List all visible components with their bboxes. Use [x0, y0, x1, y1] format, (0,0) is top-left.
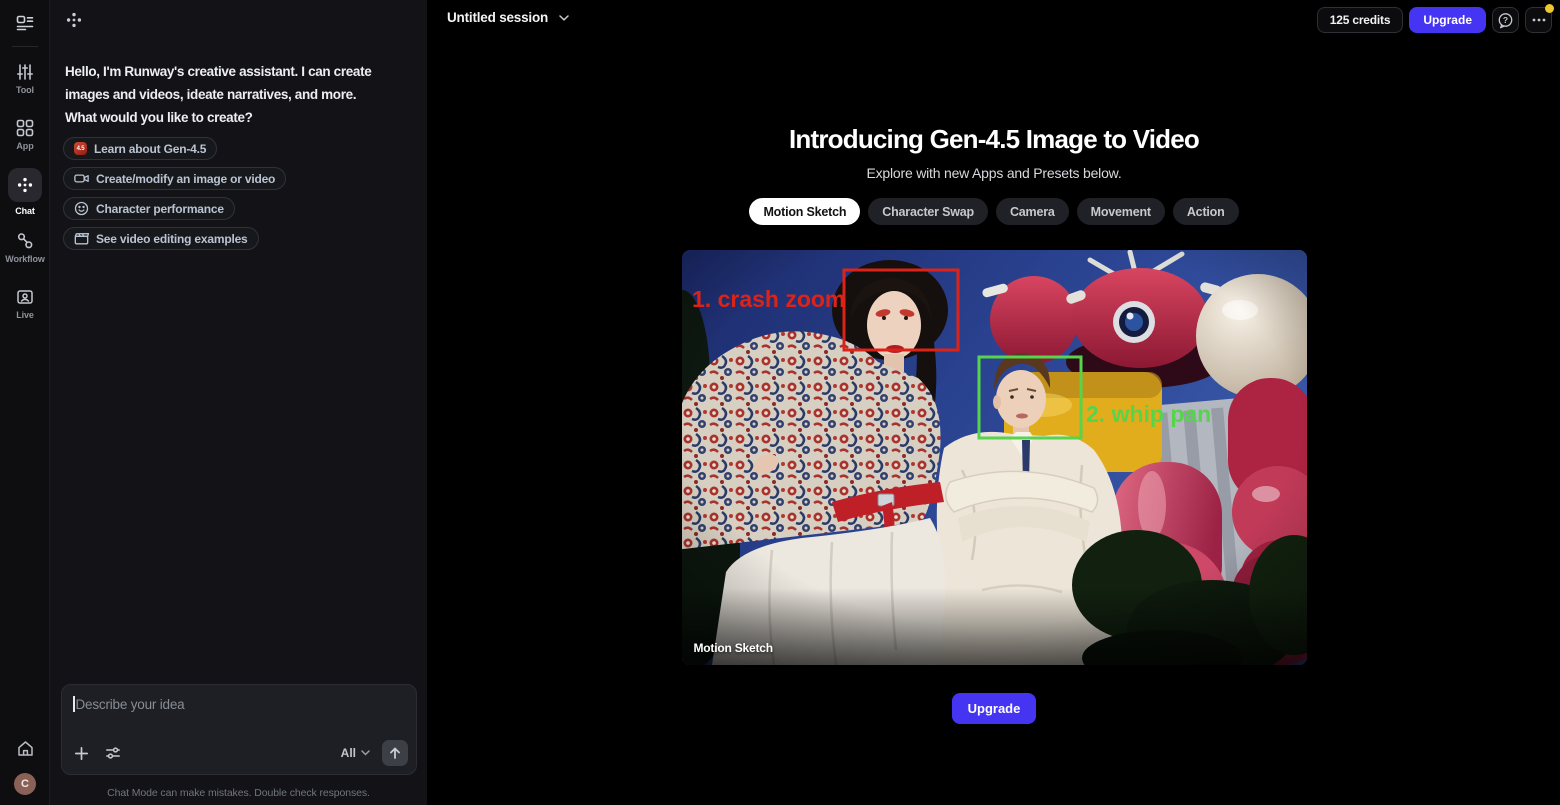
live-person-icon [16, 288, 34, 306]
annotation-label-crash-zoom: 1. crash zoom [692, 286, 845, 312]
suggestion-label: See video editing examples [96, 232, 248, 246]
prompt-placeholder: Describe your idea [76, 697, 185, 712]
workflow-nodes-icon [16, 232, 34, 250]
sidebar-item-tool[interactable]: Tool [0, 63, 50, 95]
suggestion-list: 4.5 Learn about Gen-4.5 Create/modify an… [63, 137, 286, 250]
tab-movement[interactable]: Movement [1077, 198, 1165, 225]
plus-icon [74, 746, 89, 761]
icon-rail: Tool App Chat [0, 0, 50, 805]
tab-motion-sketch[interactable]: Motion Sketch [749, 198, 860, 225]
sidebar-item-chat[interactable]: Chat [0, 168, 50, 216]
video-camera-icon [74, 171, 89, 186]
chat-active-tile [8, 168, 42, 202]
assistant-greeting: Hello, I'm Runway's creative assistant. … [65, 60, 417, 129]
text-caret [73, 696, 75, 712]
sparkle-dots-icon [17, 177, 33, 193]
prompt-placeholder-row: Describe your idea [62, 685, 416, 712]
dashboard-icon [16, 14, 34, 32]
composer-settings-button[interactable] [105, 745, 121, 761]
annotation-label-whip-pan: 2. whip pan [1086, 401, 1211, 427]
rail-divider [12, 46, 38, 47]
suggestion-learn-gen45[interactable]: 4.5 Learn about Gen-4.5 [63, 137, 217, 160]
smiley-icon [74, 201, 89, 216]
home-button[interactable] [0, 739, 50, 758]
sidebar-item-label: Chat [15, 206, 35, 216]
sidebar-item-label: App [16, 141, 33, 151]
sidebar-item-workflow[interactable]: Workflow [0, 232, 50, 264]
filter-sliders-icon [105, 745, 121, 761]
chat-disclaimer: Chat Mode can make mistakes. Double chec… [50, 787, 427, 799]
sidebar-item-label: Live [16, 310, 34, 320]
sidebar-item-live[interactable]: Live [0, 288, 50, 320]
sidebar-item-label: Tool [16, 85, 34, 95]
demo-scene-illustration: 1. crash zoom 2. whip pan [682, 250, 1307, 665]
arrow-up-icon [388, 746, 402, 760]
chevron-down-icon [361, 750, 370, 756]
composer-toolbar: All [74, 740, 408, 766]
model-filter-dropdown[interactable]: All [341, 746, 370, 760]
tab-character-swap[interactable]: Character Swap [868, 198, 988, 225]
suggestion-character-performance[interactable]: Character performance [63, 197, 235, 220]
suggestion-create-modify[interactable]: Create/modify an image or video [63, 167, 286, 190]
tab-camera[interactable]: Camera [996, 198, 1069, 225]
avatar[interactable]: C [14, 773, 36, 795]
sidebar-item-label: Workflow [5, 254, 45, 264]
attach-button[interactable] [74, 746, 89, 761]
preset-badge: Motion Sketch [694, 641, 773, 655]
preset-tabs: Motion Sketch Character Swap Camera Move… [749, 198, 1238, 225]
hero-section: Introducing Gen-4.5 Image to Video Explo… [428, 0, 1560, 724]
suggestion-video-editing-examples[interactable]: See video editing examples [63, 227, 259, 250]
sidebar-item-app[interactable]: App [0, 119, 50, 151]
chat-panel: Hello, I'm Runway's creative assistant. … [50, 0, 427, 805]
assistant-sparkle-icon [66, 12, 82, 28]
clapperboard-icon [74, 231, 89, 246]
upgrade-cta-button[interactable]: Upgrade [952, 693, 1037, 724]
main-area: Untitled session 125 credits Upgrade ? [428, 0, 1560, 805]
suggestion-label: Character performance [96, 202, 224, 216]
demo-video-preview: 1. crash zoom 2. whip pan Motion Sketch [682, 250, 1307, 665]
send-button[interactable] [382, 740, 408, 766]
page-title: Introducing Gen-4.5 Image to Video [789, 124, 1199, 155]
dashboard-button[interactable] [0, 14, 50, 32]
home-icon [16, 739, 35, 758]
suggestion-label: Learn about Gen-4.5 [94, 142, 206, 156]
model-filter-value: All [341, 746, 356, 760]
apps-grid-icon [16, 119, 34, 137]
page-subtitle: Explore with new Apps and Presets below. [866, 165, 1121, 181]
gen-4-5-badge-icon: 4.5 [74, 142, 87, 155]
tab-action[interactable]: Action [1173, 198, 1239, 225]
sliders-icon [16, 63, 34, 81]
prompt-input[interactable]: Describe your idea [61, 684, 417, 775]
suggestion-label: Create/modify an image or video [96, 172, 275, 186]
